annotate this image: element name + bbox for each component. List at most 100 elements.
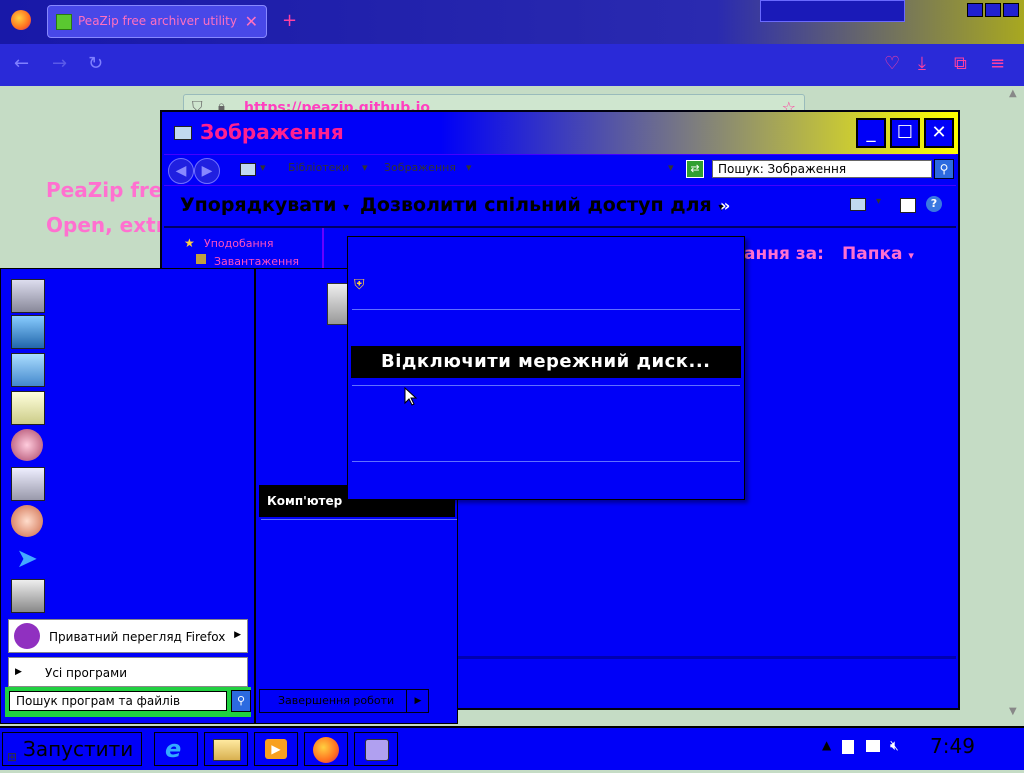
uac-shield-icon: ⛨: [354, 277, 365, 293]
firefox-private-icon: [14, 623, 40, 649]
preview-pane-icon[interactable]: [900, 198, 916, 213]
menu-separator: [352, 461, 740, 462]
breadcrumb-pictures[interactable]: Зображення: [384, 161, 456, 174]
disconnect-network-drive-item[interactable]: Відключити мережний диск...: [351, 346, 741, 378]
explorer-title: Зображення: [200, 120, 344, 144]
search-icon[interactable]: ⚲: [231, 690, 251, 712]
internet-explorer-taskbar-icon[interactable]: e: [154, 732, 198, 766]
arrange-by-label: ання за:: [744, 244, 824, 264]
arrange-by-dropdown[interactable]: Папка ▾: [842, 244, 914, 264]
media-player-taskbar-icon[interactable]: ▶: [254, 732, 298, 766]
close-browser-button[interactable]: [1003, 3, 1019, 17]
sidebar-item-downloads[interactable]: Завантаження: [214, 255, 299, 268]
context-menu: ⛨ Відключити мережний диск...: [347, 236, 745, 500]
sidebar-item-favorites[interactable]: Уподобання: [204, 237, 274, 250]
menu-icon[interactable]: ≡: [990, 53, 1005, 74]
fax-scan-icon[interactable]: [11, 579, 45, 613]
page-heading-2: Open, extr: [46, 213, 166, 237]
breadcrumb-folder-icon: [240, 163, 256, 176]
navigation-pane: ★ Уподобання Завантаження: [164, 228, 324, 268]
start-menu-programs-pane: ➤ Приватний перегляд Firefox ▶ ▶ Усі про…: [1, 269, 256, 723]
breadcrumb-arrow-icon[interactable]: ▾: [362, 161, 368, 174]
address-dropdown-icon[interactable]: ▾: [668, 161, 674, 174]
share-with-button[interactable]: Дозволити спільний доступ для ▾: [360, 194, 724, 216]
scroll-down-icon[interactable]: ▼: [1009, 706, 1017, 717]
menu-separator: [352, 385, 740, 386]
pictures-folder-icon: [174, 126, 192, 140]
explorer-title-bar[interactable]: Зображення _ ☐ ✕: [162, 112, 958, 154]
back-icon[interactable]: ◀: [168, 158, 194, 184]
view-options-icon[interactable]: [850, 198, 866, 211]
help-icon[interactable]: ?: [926, 196, 942, 212]
sticky-notes-icon[interactable]: [11, 391, 45, 425]
maximize-browser-button[interactable]: [985, 3, 1001, 17]
firefox-taskbar-icon[interactable]: [304, 732, 348, 766]
firefox-private-label: Приватний перегляд Firefox: [49, 630, 226, 644]
submenu-arrow-icon: ▶: [234, 630, 241, 640]
breadcrumb-arrow-icon[interactable]: ▾: [260, 161, 266, 174]
shutdown-options-icon[interactable]: ▶: [406, 690, 429, 712]
volume-muted-icon[interactable]: 🔇︎: [890, 738, 899, 754]
taskbar-clock[interactable]: 7:49: [930, 734, 975, 758]
start-search-input[interactable]: Пошук програм та файлів: [9, 691, 227, 711]
reload-icon[interactable]: ↻: [88, 53, 103, 74]
close-tab-icon[interactable]: ✕: [245, 6, 258, 37]
peazip-taskbar-icon[interactable]: [354, 732, 398, 766]
page-heading-1: PeaZip fre: [46, 178, 163, 202]
forward-icon[interactable]: →: [52, 53, 67, 74]
breadcrumb-libraries[interactable]: Бібліотеки: [288, 161, 349, 174]
extensions-icon[interactable]: ⧉: [954, 53, 967, 74]
getting-started-icon[interactable]: [11, 279, 45, 313]
firefox-logo-icon[interactable]: [11, 10, 31, 30]
browser-nav-bar: ← → ↻ ⛉ 🔒︎ https://peazip.github.io ☆ ♡ …: [0, 44, 1024, 123]
expand-arrow-icon: ▶: [15, 667, 22, 677]
refresh-icon[interactable]: ⇄: [686, 160, 704, 178]
action-center-icon[interactable]: [842, 740, 854, 754]
all-programs-label: Усі програми: [45, 666, 127, 680]
shutdown-button[interactable]: Завершення роботи ▶: [259, 689, 429, 713]
peazip-favicon-icon: [56, 14, 72, 30]
scroll-up-icon[interactable]: ▲: [1009, 88, 1017, 99]
mouse-cursor-icon: [404, 387, 418, 406]
taskbar: ⊞ Запустити e ▶ ▲ 🔇︎ 7:49: [0, 726, 1024, 770]
window-tooltip: [760, 0, 905, 22]
snipping-tool-icon[interactable]: [11, 429, 43, 461]
show-hidden-icons-icon[interactable]: ▲: [822, 738, 831, 752]
tab-title: PeaZip free archiver utility, e: [78, 14, 238, 28]
view-dropdown-icon[interactable]: ▾: [876, 196, 881, 207]
browser-tab-peazip[interactable]: PeaZip free archiver utility, e ✕: [47, 5, 267, 38]
star-icon: ★: [184, 236, 195, 250]
minimize-browser-button[interactable]: [967, 3, 983, 17]
new-tab-button[interactable]: +: [282, 10, 297, 31]
firefox-private-browsing-item[interactable]: Приватний перегляд Firefox ▶: [8, 619, 248, 653]
start-button[interactable]: ⊞ Запустити: [2, 732, 142, 766]
command-bar: Упорядкувати ▾ Дозволити спільний доступ…: [164, 186, 956, 228]
back-icon[interactable]: ←: [14, 53, 29, 74]
windows-logo-icon: ⊞: [7, 750, 18, 764]
maximize-button[interactable]: ☐: [890, 118, 920, 148]
search-icon[interactable]: ⚲: [934, 159, 954, 179]
close-button[interactable]: ✕: [924, 118, 954, 148]
downloads-icon[interactable]: ⤓: [918, 53, 926, 74]
organize-button[interactable]: Упорядкувати ▾: [180, 194, 349, 216]
calculator-icon[interactable]: [11, 467, 45, 501]
page-scrollbar[interactable]: ▲ ▼: [1006, 86, 1024, 724]
pocket-icon[interactable]: ♡: [884, 53, 900, 74]
explorer-search-input[interactable]: Пошук: Зображення: [712, 160, 932, 178]
media-center-icon[interactable]: [11, 315, 45, 349]
divider: [261, 519, 457, 520]
remote-desktop-icon[interactable]: [11, 353, 45, 387]
menu-separator: [352, 309, 740, 310]
paint-icon[interactable]: [11, 505, 43, 537]
more-commands-button[interactable]: »: [720, 196, 730, 215]
forward-icon[interactable]: ▶: [194, 158, 220, 184]
address-bar: ◀ ▶ ▾ Бібліотеки ▾ Зображення ▾ ▾ ⇄ Пошу…: [164, 154, 956, 186]
all-programs-item[interactable]: ▶ Усі програми: [8, 657, 248, 687]
breadcrumb-arrow-icon[interactable]: ▾: [466, 161, 472, 174]
minimize-button[interactable]: _: [856, 118, 886, 148]
downloads-folder-icon: [196, 254, 206, 264]
details-pane: [458, 656, 956, 707]
network-icon[interactable]: [866, 740, 880, 752]
explorer-taskbar-icon[interactable]: [204, 732, 248, 766]
send-icon[interactable]: ➤: [11, 543, 43, 575]
